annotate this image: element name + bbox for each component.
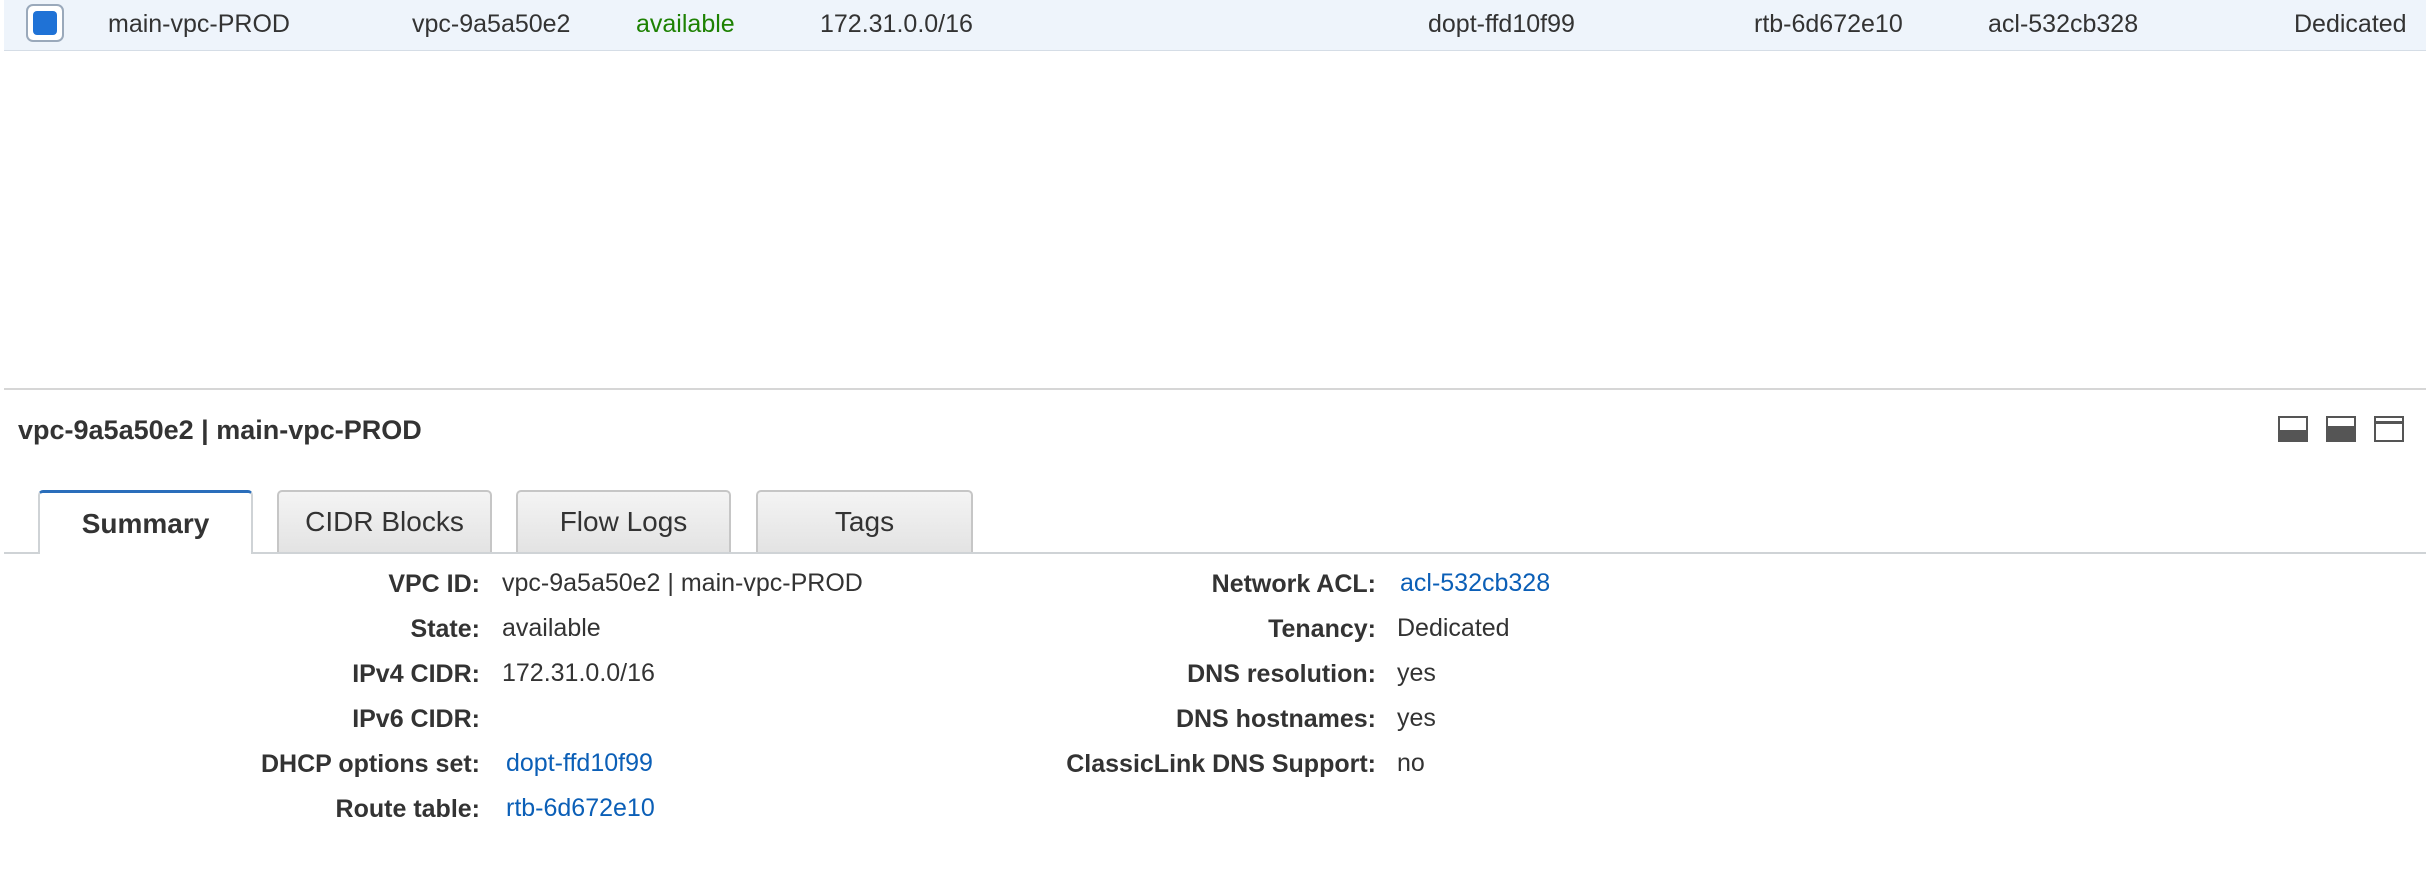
panel-resize-divider[interactable] bbox=[4, 388, 2426, 390]
label-classiclink-dns-support: ClassicLink DNS Support: bbox=[1066, 750, 1376, 778]
tab-summary[interactable]: Summary bbox=[38, 490, 253, 554]
value-dns-resolution: yes bbox=[1397, 659, 1436, 687]
tab-cidr-blocks[interactable]: CIDR Blocks bbox=[277, 490, 492, 552]
detail-title: vpc-9a5a50e2 | main-vpc-PROD bbox=[18, 415, 422, 445]
cell-route-table: rtb-6d672e10 bbox=[1754, 10, 1903, 38]
panel-size-controls bbox=[2278, 416, 2404, 442]
cell-network-acl: acl-532cb328 bbox=[1988, 10, 2139, 38]
cell-state: available bbox=[636, 10, 735, 38]
label-dns-resolution: DNS resolution: bbox=[1187, 660, 1376, 688]
panel-bottom-medium-icon[interactable] bbox=[2326, 416, 2356, 442]
label-state: State: bbox=[410, 615, 480, 643]
tab-tags[interactable]: Tags bbox=[756, 490, 973, 552]
label-route-table: Route table: bbox=[335, 795, 480, 823]
cell-tenancy: Dedicated bbox=[2294, 10, 2407, 38]
value-ipv4-cidr: 172.31.0.0/16 bbox=[502, 659, 655, 687]
link-network-acl[interactable]: acl-532cb328 bbox=[1400, 569, 1550, 598]
value-vpc-id: vpc-9a5a50e2 | main-vpc-PROD bbox=[502, 569, 863, 597]
link-route-table[interactable]: rtb-6d672e10 bbox=[506, 794, 655, 823]
panel-bottom-small-icon[interactable] bbox=[2278, 416, 2308, 442]
value-dns-hostnames: yes bbox=[1397, 704, 1436, 732]
label-vpc-id: VPC ID: bbox=[388, 570, 480, 598]
value-classiclink-dns-support: no bbox=[1397, 749, 1425, 777]
label-dhcp-options-set: DHCP options set: bbox=[261, 750, 480, 778]
panel-bottom-large-icon[interactable] bbox=[2374, 416, 2404, 442]
label-network-acl: Network ACL: bbox=[1211, 570, 1376, 598]
link-dhcp-options-set[interactable]: dopt-ffd10f99 bbox=[506, 749, 653, 778]
cell-name: main-vpc-PROD bbox=[108, 10, 290, 38]
value-state: available bbox=[502, 614, 601, 642]
cell-dhcp-options-set: dopt-ffd10f99 bbox=[1428, 10, 1575, 38]
tab-baseline bbox=[4, 552, 2426, 554]
value-tenancy: Dedicated bbox=[1397, 614, 1510, 642]
cell-ipv4-cidr: 172.31.0.0/16 bbox=[820, 10, 973, 38]
row-checkbox[interactable] bbox=[26, 4, 64, 42]
cell-vpc-id: vpc-9a5a50e2 bbox=[412, 10, 571, 38]
label-tenancy: Tenancy: bbox=[1268, 615, 1376, 643]
label-dns-hostnames: DNS hostnames: bbox=[1175, 705, 1376, 733]
label-ipv4-cidr: IPv4 CIDR: bbox=[352, 660, 480, 688]
tab-flow-logs[interactable]: Flow Logs bbox=[516, 490, 731, 552]
table-row[interactable]: main-vpc-PROD vpc-9a5a50e2 available 172… bbox=[4, 0, 2426, 51]
label-ipv6-cidr: IPv6 CIDR: bbox=[352, 705, 480, 733]
